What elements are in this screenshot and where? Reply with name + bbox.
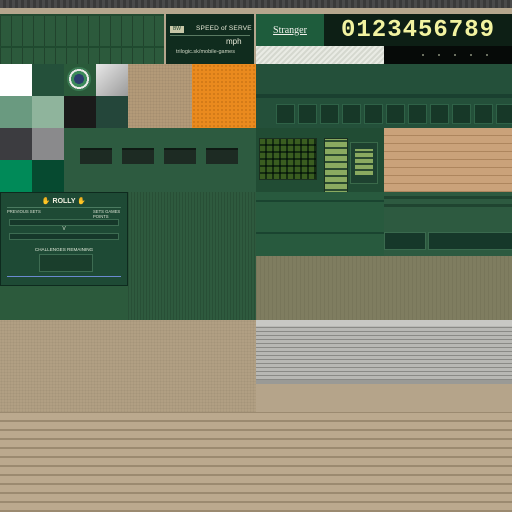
speed-unit: mph <box>226 37 242 46</box>
swatch-grey-light <box>96 64 128 96</box>
tournament-logo-icon <box>67 67 91 91</box>
green-panel-texture <box>256 192 384 256</box>
swatch-white <box>0 64 32 96</box>
digit-glyphs: 0123456789 <box>340 16 496 44</box>
player-name: Stranger <box>273 24 307 36</box>
swatch-dark-green <box>96 96 128 128</box>
black-bar <box>384 46 512 64</box>
swatch-black <box>64 96 96 128</box>
swatch-green-light <box>32 96 64 128</box>
olive-wall-texture <box>256 256 512 320</box>
speed-title: SPEED of SERVE <box>196 25 252 32</box>
small-light-panel <box>350 142 378 184</box>
light-grid <box>259 138 317 180</box>
challenges-label: CHALLENGES REMAINING <box>34 247 94 252</box>
diagonal-stripe-texture <box>256 46 384 64</box>
green-filler <box>0 286 128 320</box>
sand-texture <box>128 64 192 128</box>
rolly-scoreboard: ✋ ROLLY ✋ PREVIOUS SETS SETS GAMES POINT… <box>0 192 128 286</box>
swatch-green-grey <box>0 96 32 128</box>
blue-rule <box>7 276 121 277</box>
challenges-box <box>39 254 93 272</box>
wood-texture <box>384 128 512 192</box>
top-texture-strip <box>0 0 512 8</box>
speed-divider <box>170 35 250 36</box>
player-row-bottom <box>9 233 119 240</box>
grey-stands-texture <box>256 320 512 384</box>
swatch-forest <box>32 160 64 192</box>
swatch-charcoal <box>0 128 32 160</box>
green-slat-panel <box>0 14 164 66</box>
green-window-panel <box>64 128 256 192</box>
swatch-teal <box>0 160 32 192</box>
sets-games-points-caption: SETS GAMES POINTS <box>93 209 121 219</box>
swatch-green <box>32 64 64 96</box>
sand-floor-texture <box>0 320 256 416</box>
player-name-panel: Stranger <box>256 14 324 46</box>
scoreboard-divider <box>7 207 121 208</box>
grass-texture <box>128 192 256 320</box>
swatch-grey-mid <box>32 128 64 160</box>
player-row-top <box>9 219 119 226</box>
versus-label: V <box>62 226 66 232</box>
hand-icon: ✋ <box>41 198 51 205</box>
clay-court-texture <box>192 64 256 128</box>
sponsor-logo: BW <box>170 26 184 33</box>
scoreboard-title: ROLLY <box>52 198 76 205</box>
stands-stripe-texture <box>0 412 512 512</box>
digits-panel: 0123456789 <box>324 14 512 46</box>
green-board-texture <box>256 64 512 128</box>
hand-icon: ✋ <box>77 198 87 205</box>
speed-of-serve-panel: BW SPEED of SERVE mph trilogic.sk/mobile… <box>166 14 254 64</box>
speed-url: trilogic.sk/mobile-games <box>176 49 235 55</box>
green-wall-texture <box>384 192 512 256</box>
